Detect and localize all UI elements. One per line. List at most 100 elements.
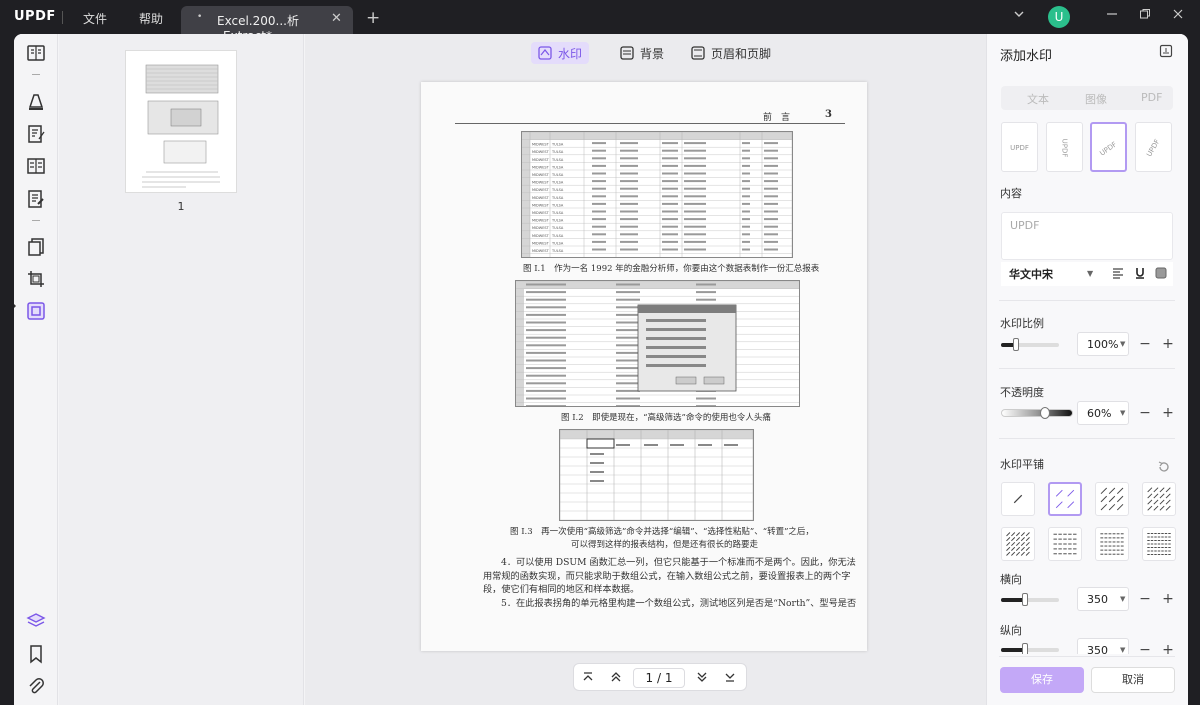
svg-text:MIDWEST: MIDWEST bbox=[532, 226, 550, 230]
opacity-slider[interactable] bbox=[1001, 407, 1073, 419]
horizontal-spacing-slider[interactable] bbox=[1001, 593, 1059, 606]
svg-text:MIDWEST: MIDWEST bbox=[532, 219, 550, 223]
thumbnail-panel: 1 bbox=[59, 34, 304, 705]
avatar[interactable]: U bbox=[1048, 6, 1070, 28]
figure-spreadsheet-2 bbox=[515, 280, 800, 408]
vertical-spacing-select[interactable]: 350 ▼ bbox=[1077, 638, 1129, 654]
first-page-icon[interactable] bbox=[580, 669, 596, 685]
document-view: 水印 背景 页眉和页脚 前 言 3 MIDWEST TULSA MIDWEST TUL… bbox=[305, 34, 986, 705]
ratio-slider[interactable] bbox=[1001, 338, 1059, 351]
style-option-horizontal[interactable]: UPDF bbox=[1001, 122, 1038, 172]
tab-image[interactable]: 图像 bbox=[1085, 91, 1107, 107]
figure-caption-2: 图 I.2 即使是现在，“高级筛选”命令的使用也令人头痛 bbox=[561, 413, 771, 423]
page-navigator: 1 / 1 bbox=[573, 663, 747, 691]
tool-background[interactable]: 背景 bbox=[613, 42, 671, 64]
tile-option-grid-densest[interactable] bbox=[1142, 527, 1176, 561]
bookmark-icon[interactable] bbox=[26, 644, 46, 664]
close-window-icon[interactable] bbox=[1172, 8, 1184, 24]
svg-text:TULSA: TULSA bbox=[551, 158, 564, 162]
tool-watermark[interactable]: 水印 bbox=[531, 42, 590, 64]
tile-option-4x4[interactable] bbox=[1142, 482, 1176, 516]
vertical-increment-button[interactable]: + bbox=[1160, 642, 1176, 654]
align-icon[interactable] bbox=[1111, 266, 1125, 280]
ratio-select[interactable]: 100% ▼ bbox=[1077, 332, 1129, 356]
svg-text:TULSA: TULSA bbox=[551, 211, 564, 215]
underline-icon[interactable] bbox=[1133, 266, 1147, 280]
collapse-arrow-icon[interactable] bbox=[14, 302, 17, 310]
organize-icon[interactable] bbox=[26, 156, 46, 176]
figure-spreadsheet-1: MIDWEST TULSA MIDWEST TULSA MIDWEST TULSA MIDW… bbox=[521, 131, 793, 258]
prev-page-icon[interactable] bbox=[608, 669, 624, 685]
watermark-icon bbox=[538, 46, 552, 60]
save-button[interactable]: 保存 bbox=[1000, 667, 1084, 693]
ratio-slider-handle[interactable] bbox=[1013, 338, 1019, 351]
style-option-vertical[interactable]: UPDF bbox=[1046, 122, 1083, 172]
horizontal-decrement-button[interactable]: − bbox=[1137, 591, 1153, 607]
horizontal-slider-handle[interactable] bbox=[1022, 593, 1028, 606]
tools-icon[interactable] bbox=[26, 301, 46, 321]
vertical-slider-handle[interactable] bbox=[1022, 643, 1028, 654]
chevron-down-icon[interactable] bbox=[1013, 8, 1025, 24]
opacity-slider-handle[interactable] bbox=[1040, 407, 1050, 419]
edit-icon[interactable] bbox=[26, 124, 46, 144]
minimize-icon[interactable] bbox=[1106, 8, 1118, 24]
attachment-icon[interactable] bbox=[26, 676, 46, 696]
section-divider bbox=[999, 656, 1175, 657]
restore-icon[interactable] bbox=[1139, 8, 1151, 24]
page-number-input[interactable]: 1 / 1 bbox=[633, 668, 685, 688]
tile-option-dense-diagonal[interactable] bbox=[1001, 527, 1035, 561]
next-page-icon[interactable] bbox=[694, 669, 710, 685]
style-option-diagonal-alt[interactable]: UPDF bbox=[1135, 122, 1172, 172]
watermark-panel: 添加水印 文本 图像 PDF UPDF UPDF UPDF UPDF 内容 UP… bbox=[986, 34, 1188, 705]
panel-title: 添加水印 bbox=[1000, 49, 1053, 64]
tile-option-grid-dense[interactable] bbox=[1095, 527, 1129, 561]
pdf-page: 前 言 3 MIDWEST TULSA MIDWEST TULSA MIDWEST TUL… bbox=[421, 82, 867, 651]
watermark-toolbar: 水印 背景 页眉和页脚 bbox=[305, 42, 986, 64]
vertical-spacing-row: 350 ▼ − + bbox=[987, 634, 1188, 654]
svg-text:MIDWEST: MIDWEST bbox=[532, 181, 550, 185]
menu-file[interactable]: 文件 bbox=[83, 10, 107, 27]
tile-option-2x2[interactable] bbox=[1048, 482, 1082, 516]
last-page-icon[interactable] bbox=[722, 669, 738, 685]
new-tab-button[interactable]: + bbox=[366, 8, 380, 28]
menu-help[interactable]: 帮助 bbox=[139, 10, 163, 27]
background-icon bbox=[620, 46, 634, 60]
comment-icon[interactable] bbox=[26, 91, 46, 111]
style-option-diagonal[interactable]: UPDF bbox=[1090, 122, 1127, 172]
crop-icon[interactable] bbox=[26, 269, 46, 289]
close-tab-icon[interactable]: ✕ bbox=[331, 11, 342, 26]
ratio-decrement-button[interactable]: − bbox=[1137, 336, 1153, 352]
horizontal-increment-button[interactable]: + bbox=[1160, 591, 1176, 607]
svg-text:MIDWEST: MIDWEST bbox=[532, 241, 550, 245]
tab-pdf[interactable]: PDF bbox=[1141, 91, 1162, 104]
opacity-select[interactable]: 60% ▼ bbox=[1077, 401, 1129, 425]
color-swatch-icon[interactable] bbox=[1154, 266, 1168, 280]
reader-icon[interactable] bbox=[26, 43, 46, 63]
page-thumbnail[interactable] bbox=[125, 50, 237, 193]
tile-option-single[interactable] bbox=[1001, 482, 1035, 516]
pages-icon[interactable] bbox=[26, 237, 46, 257]
save-template-icon[interactable] bbox=[1159, 44, 1173, 58]
vertical-spacing-slider[interactable] bbox=[1001, 643, 1059, 654]
tile-option-3x3[interactable] bbox=[1095, 482, 1129, 516]
document-tab[interactable]: • Excel.200...析_Extract* ✕ bbox=[181, 6, 353, 43]
svg-text:MIDWEST: MIDWEST bbox=[532, 196, 550, 200]
cancel-button[interactable]: 取消 bbox=[1091, 667, 1175, 693]
svg-text:MIDWEST: MIDWEST bbox=[532, 188, 550, 192]
tool-header-footer[interactable]: 页眉和页脚 bbox=[684, 42, 778, 64]
reset-icon[interactable] bbox=[1157, 460, 1171, 474]
tile-option-grid-dots[interactable] bbox=[1048, 527, 1082, 561]
tab-text[interactable]: 文本 bbox=[1027, 91, 1049, 107]
font-dropdown-icon[interactable]: ▼ bbox=[1087, 269, 1093, 278]
horizontal-spacing-select[interactable]: 350 ▼ bbox=[1077, 587, 1129, 611]
rail-divider bbox=[32, 220, 40, 221]
section-divider bbox=[999, 368, 1175, 369]
opacity-decrement-button[interactable]: − bbox=[1137, 405, 1153, 421]
vertical-decrement-button[interactable]: − bbox=[1137, 642, 1153, 654]
opacity-increment-button[interactable]: + bbox=[1160, 405, 1176, 421]
form-icon[interactable] bbox=[26, 189, 46, 209]
layers-icon[interactable] bbox=[26, 611, 46, 631]
font-select[interactable]: 华文中宋 bbox=[1009, 266, 1053, 282]
ratio-increment-button[interactable]: + bbox=[1160, 336, 1176, 352]
watermark-text-input[interactable]: UPDF bbox=[1001, 212, 1173, 260]
